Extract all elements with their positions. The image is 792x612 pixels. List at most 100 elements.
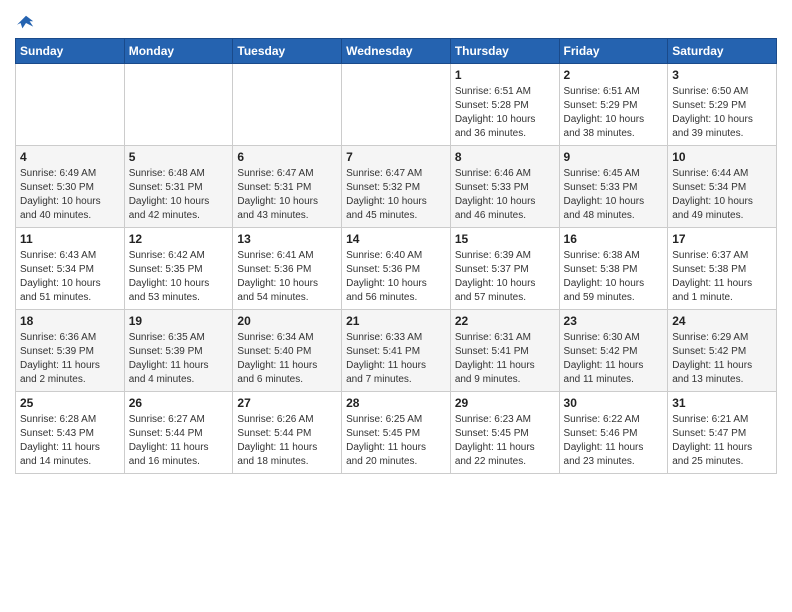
calendar-week-row: 11 Sunrise: 6:43 AMSunset: 5:34 PMDayligh… <box>16 228 777 310</box>
day-number: 7 <box>346 149 446 165</box>
calendar-day-cell: 6 Sunrise: 6:47 AMSunset: 5:31 PMDaylight… <box>233 146 342 228</box>
day-number: 3 <box>672 67 772 83</box>
day-info: Sunrise: 6:48 AMSunset: 5:31 PMDaylight:… <box>129 167 229 223</box>
calendar-day-cell: 3Sunrise: 6:50 AMSunset: 5:29 PMDaylight… <box>668 64 777 146</box>
calendar-day-cell: 31Sunrise: 6:21 AMSunset: 5:47 PMDayligh… <box>668 392 777 474</box>
calendar-week-row: 18 Sunrise: 6:36 AMSunset: 5:39 PMDayligh… <box>16 310 777 392</box>
calendar-day-cell: 10Sunrise: 6:44 AMSunset: 5:34 PMDayligh… <box>668 146 777 228</box>
header <box>15 10 777 32</box>
calendar-day-cell: 8 Sunrise: 6:46 AMSunset: 5:33 PMDaylight… <box>450 146 559 228</box>
calendar-day-cell: 19Sunrise: 6:35 AMSunset: 5:39 PMDayligh… <box>124 310 233 392</box>
day-info: Sunrise: 6:51 AMSunset: 5:28 PMDaylight:… <box>455 85 555 141</box>
calendar-day-cell <box>124 64 233 146</box>
day-info: Sunrise: 6:38 AMSunset: 5:38 PMDaylight:… <box>564 249 664 305</box>
day-info: Sunrise: 6:36 AMSunset: 5:39 PMDaylight:… <box>20 331 120 387</box>
calendar-day-cell: 16 Sunrise: 6:38 AMSunset: 5:38 PMDayligh… <box>559 228 668 310</box>
day-number: 20 <box>237 313 337 329</box>
page: SundayMondayTuesdayWednesdayThursdayFrid… <box>0 0 792 484</box>
day-number: 19 <box>129 313 229 329</box>
day-number: 21 <box>346 313 446 329</box>
calendar-week-row: 1Sunrise: 6:51 AMSunset: 5:28 PMDaylight… <box>16 64 777 146</box>
calendar-day-cell: 18 Sunrise: 6:36 AMSunset: 5:39 PMDayligh… <box>16 310 125 392</box>
calendar-day-cell: 5 Sunrise: 6:48 AMSunset: 5:31 PMDaylight… <box>124 146 233 228</box>
day-number: 13 <box>237 231 337 247</box>
day-info: Sunrise: 6:44 AMSunset: 5:34 PMDaylight:… <box>672 167 772 223</box>
calendar-day-cell: 1Sunrise: 6:51 AMSunset: 5:28 PMDaylight… <box>450 64 559 146</box>
day-number: 29 <box>455 395 555 411</box>
day-number: 18 <box>20 313 120 329</box>
calendar-day-cell: 9Sunrise: 6:45 AMSunset: 5:33 PMDaylight… <box>559 146 668 228</box>
day-number: 8 <box>455 149 555 165</box>
day-info: Sunrise: 6:25 AMSunset: 5:45 PMDaylight:… <box>346 413 446 469</box>
day-number: 17 <box>672 231 772 247</box>
day-info: Sunrise: 6:26 AMSunset: 5:44 PMDaylight:… <box>237 413 337 469</box>
day-number: 14 <box>346 231 446 247</box>
calendar-day-cell: 15 Sunrise: 6:39 AMSunset: 5:37 PMDayligh… <box>450 228 559 310</box>
day-number: 31 <box>672 395 772 411</box>
calendar-header-row: SundayMondayTuesdayWednesdayThursdayFrid… <box>16 39 777 64</box>
day-number: 27 <box>237 395 337 411</box>
calendar-day-cell: 11 Sunrise: 6:43 AMSunset: 5:34 PMDayligh… <box>16 228 125 310</box>
calendar-day-cell <box>16 64 125 146</box>
day-number: 22 <box>455 313 555 329</box>
calendar-day-cell <box>342 64 451 146</box>
day-number: 23 <box>564 313 664 329</box>
day-info: Sunrise: 6:47 AMSunset: 5:31 PMDaylight:… <box>237 167 337 223</box>
day-number: 16 <box>564 231 664 247</box>
day-info: Sunrise: 6:22 AMSunset: 5:46 PMDaylight:… <box>564 413 664 469</box>
day-info: Sunrise: 6:49 AMSunset: 5:30 PMDaylight:… <box>20 167 120 223</box>
calendar-day-cell: 25 Sunrise: 6:28 AMSunset: 5:43 PMDayligh… <box>16 392 125 474</box>
calendar-day-cell: 21 Sunrise: 6:33 AMSunset: 5:41 PMDayligh… <box>342 310 451 392</box>
calendar-day-cell: 28Sunrise: 6:25 AMSunset: 5:45 PMDayligh… <box>342 392 451 474</box>
calendar-day-cell: 14 Sunrise: 6:40 AMSunset: 5:36 PMDayligh… <box>342 228 451 310</box>
day-number: 15 <box>455 231 555 247</box>
calendar-header-cell: Sunday <box>16 39 125 64</box>
calendar-day-cell: 20Sunrise: 6:34 AMSunset: 5:40 PMDayligh… <box>233 310 342 392</box>
calendar-header-cell: Tuesday <box>233 39 342 64</box>
day-info: Sunrise: 6:42 AMSunset: 5:35 PMDaylight:… <box>129 249 229 305</box>
calendar-day-cell: 26Sunrise: 6:27 AMSunset: 5:44 PMDayligh… <box>124 392 233 474</box>
day-info: Sunrise: 6:47 AMSunset: 5:32 PMDaylight:… <box>346 167 446 223</box>
calendar-day-cell: 23Sunrise: 6:30 AMSunset: 5:42 PMDayligh… <box>559 310 668 392</box>
day-number: 12 <box>129 231 229 247</box>
day-info: Sunrise: 6:43 AMSunset: 5:34 PMDaylight:… <box>20 249 120 305</box>
calendar-day-cell: 2 Sunrise: 6:51 AMSunset: 5:29 PMDaylight… <box>559 64 668 146</box>
calendar-day-cell: 13 Sunrise: 6:41 AMSunset: 5:36 PMDayligh… <box>233 228 342 310</box>
calendar-day-cell: 17 Sunrise: 6:37 AMSunset: 5:38 PMDayligh… <box>668 228 777 310</box>
day-info: Sunrise: 6:41 AMSunset: 5:36 PMDaylight:… <box>237 249 337 305</box>
calendar-day-cell: 12 Sunrise: 6:42 AMSunset: 5:35 PMDayligh… <box>124 228 233 310</box>
day-info: Sunrise: 6:40 AMSunset: 5:36 PMDaylight:… <box>346 249 446 305</box>
day-number: 26 <box>129 395 229 411</box>
day-number: 11 <box>20 231 120 247</box>
day-info: Sunrise: 6:33 AMSunset: 5:41 PMDaylight:… <box>346 331 446 387</box>
day-number: 2 <box>564 67 664 83</box>
calendar-header-cell: Monday <box>124 39 233 64</box>
day-info: Sunrise: 6:23 AMSunset: 5:45 PMDaylight:… <box>455 413 555 469</box>
calendar-header-cell: Wednesday <box>342 39 451 64</box>
calendar-day-cell: 29 Sunrise: 6:23 AMSunset: 5:45 PMDayligh… <box>450 392 559 474</box>
calendar-week-row: 4 Sunrise: 6:49 AMSunset: 5:30 PMDaylight… <box>16 146 777 228</box>
calendar-day-cell: 27 Sunrise: 6:26 AMSunset: 5:44 PMDayligh… <box>233 392 342 474</box>
calendar-day-cell <box>233 64 342 146</box>
calendar-day-cell: 30 Sunrise: 6:22 AMSunset: 5:46 PMDayligh… <box>559 392 668 474</box>
day-info: Sunrise: 6:31 AMSunset: 5:41 PMDaylight:… <box>455 331 555 387</box>
day-info: Sunrise: 6:51 AMSunset: 5:29 PMDaylight:… <box>564 85 664 141</box>
day-info: Sunrise: 6:46 AMSunset: 5:33 PMDaylight:… <box>455 167 555 223</box>
calendar-day-cell: 4 Sunrise: 6:49 AMSunset: 5:30 PMDaylight… <box>16 146 125 228</box>
day-info: Sunrise: 6:37 AMSunset: 5:38 PMDaylight:… <box>672 249 772 305</box>
day-number: 30 <box>564 395 664 411</box>
day-info: Sunrise: 6:39 AMSunset: 5:37 PMDaylight:… <box>455 249 555 305</box>
day-number: 25 <box>20 395 120 411</box>
day-info: Sunrise: 6:28 AMSunset: 5:43 PMDaylight:… <box>20 413 120 469</box>
calendar-header-cell: Saturday <box>668 39 777 64</box>
logo <box>15 14 35 32</box>
calendar-day-cell: 24Sunrise: 6:29 AMSunset: 5:42 PMDayligh… <box>668 310 777 392</box>
day-number: 5 <box>129 149 229 165</box>
calendar-header-cell: Thursday <box>450 39 559 64</box>
calendar-day-cell: 7 Sunrise: 6:47 AMSunset: 5:32 PMDaylight… <box>342 146 451 228</box>
logo-bird-icon <box>17 14 35 32</box>
day-number: 4 <box>20 149 120 165</box>
day-number: 6 <box>237 149 337 165</box>
calendar-week-row: 25 Sunrise: 6:28 AMSunset: 5:43 PMDayligh… <box>16 392 777 474</box>
day-number: 24 <box>672 313 772 329</box>
